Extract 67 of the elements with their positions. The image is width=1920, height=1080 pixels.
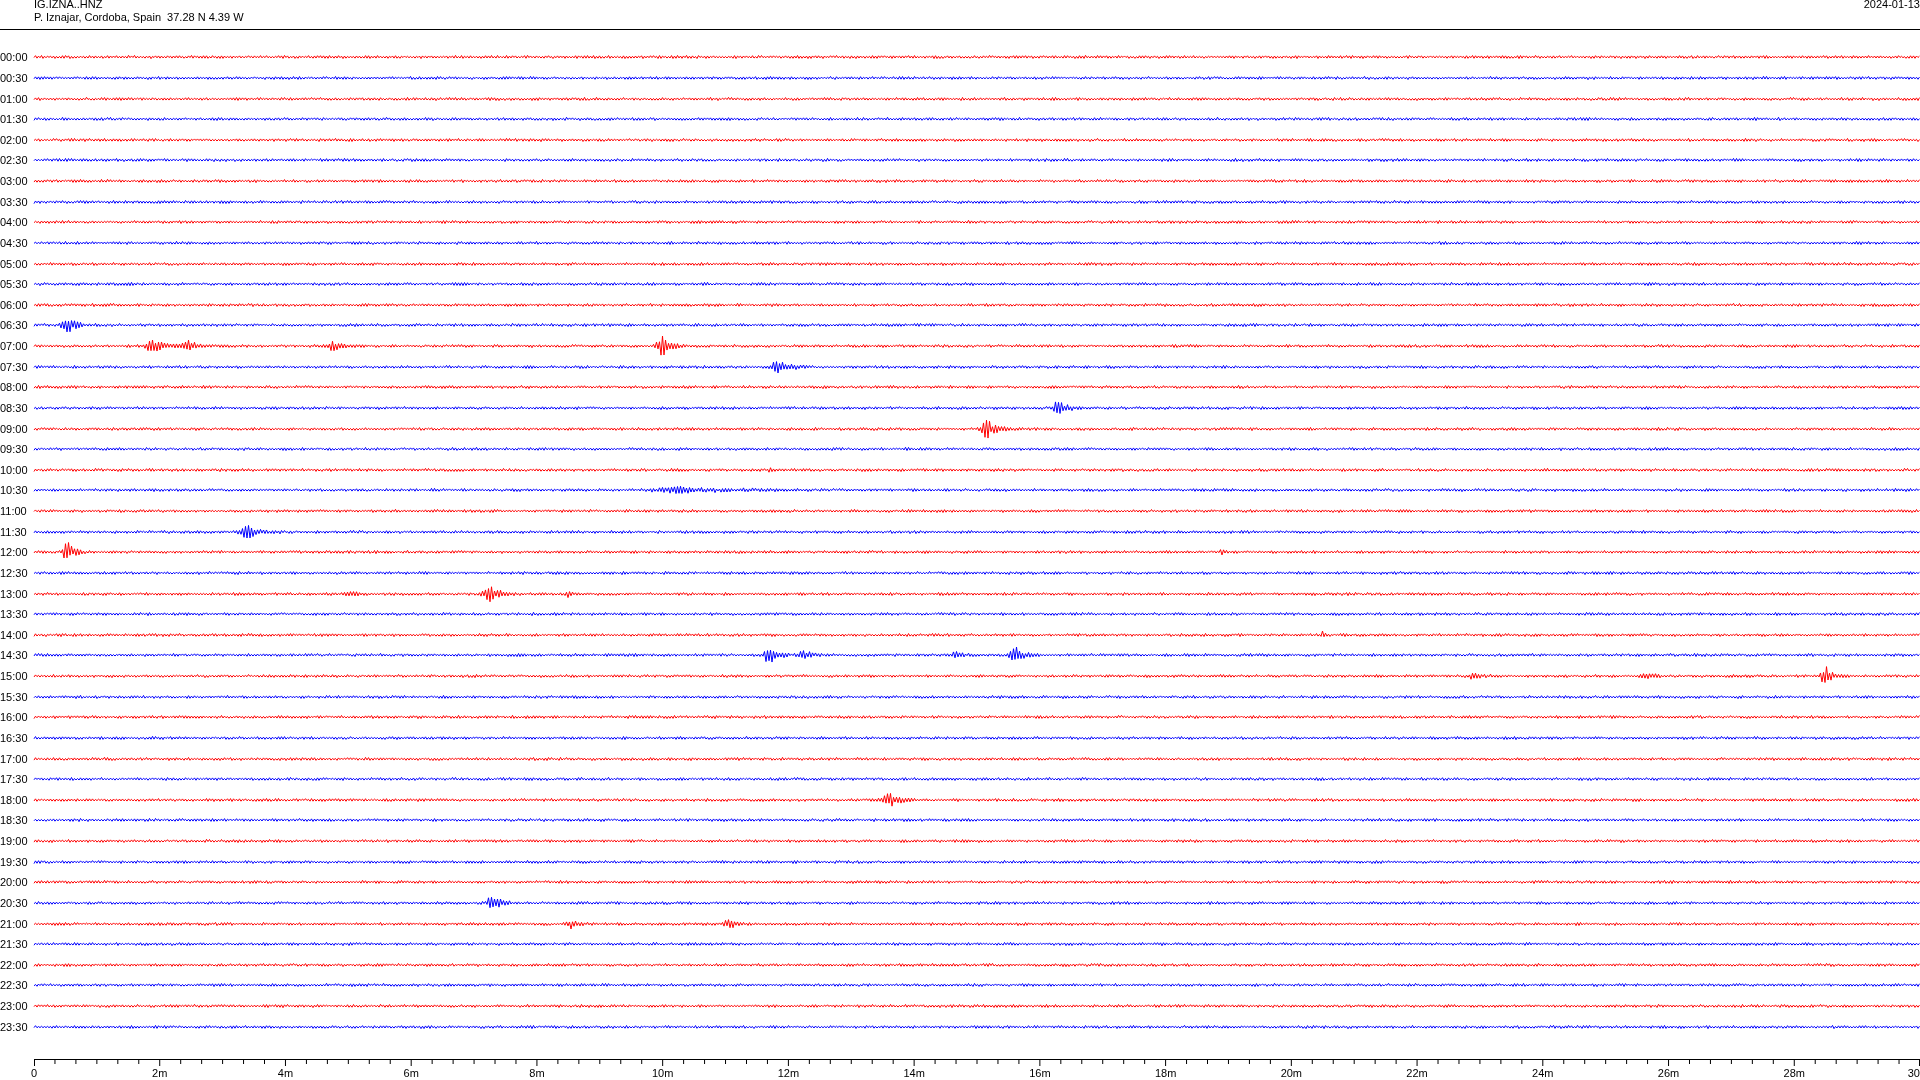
axis-label: 6m [403, 1067, 419, 1079]
time-label: 22:30 [0, 979, 29, 992]
time-label: 15:00 [0, 670, 29, 683]
axis-label: 8m [529, 1067, 545, 1079]
time-label: 14:30 [0, 649, 29, 662]
time-label: 17:00 [0, 752, 29, 765]
station-code: IG.IZNA..HNZ [34, 0, 104, 11]
axis-label: 14m [903, 1067, 925, 1079]
axis-label: 0 [30, 1067, 38, 1079]
axis-label: 18m [1154, 1067, 1177, 1079]
axis-label: 22m [1406, 1067, 1428, 1079]
date-label: 2024-01-13 [1863, 0, 1920, 11]
axis-label: 24m [1532, 1067, 1554, 1079]
time-label: 18:00 [0, 793, 29, 806]
time-label: 12:00 [0, 546, 29, 559]
time-label: 13:00 [0, 587, 29, 600]
time-label: 20:30 [0, 896, 29, 909]
time-label: 00:00 [0, 51, 29, 64]
time-label: 19:30 [0, 855, 29, 868]
time-label: 02:00 [0, 133, 29, 146]
time-label: 12:30 [0, 566, 29, 579]
axis-label: 2m [152, 1067, 168, 1079]
time-label: 23:00 [0, 1000, 29, 1013]
time-label: 22:00 [0, 958, 29, 971]
time-label: 04:30 [0, 236, 29, 249]
time-label: 10:00 [0, 463, 29, 476]
time-label: 11:30 [0, 525, 28, 538]
axis-label: 16m [1029, 1067, 1051, 1079]
time-label: 15:30 [0, 690, 29, 703]
axis-label: 26m [1657, 1067, 1680, 1079]
time-label: 01:30 [0, 113, 29, 126]
axis-label: 12m [777, 1067, 800, 1079]
time-label: 06:30 [0, 319, 29, 332]
time-label: 07:30 [0, 360, 29, 373]
time-label: 00:30 [0, 71, 29, 84]
time-label: 06:00 [0, 298, 29, 311]
time-label: 16:30 [0, 731, 29, 744]
time-label: 08:30 [0, 401, 29, 414]
time-label: 01:00 [0, 92, 29, 105]
time-label: 05:00 [0, 257, 29, 270]
axis-label: 10m [651, 1067, 674, 1079]
time-label: 11:00 [0, 505, 28, 518]
time-label: 09:30 [0, 443, 29, 456]
time-label: 04:00 [0, 216, 29, 229]
time-label: 18:30 [0, 814, 29, 827]
axis-label: 4m [277, 1067, 294, 1079]
time-label: 07:00 [0, 340, 29, 353]
time-label: 16:00 [0, 711, 29, 724]
time-label: 14:00 [0, 628, 29, 641]
time-label: 02:30 [0, 154, 29, 167]
time-label: 19:00 [0, 835, 29, 848]
axis-label: 28m [1783, 1067, 1805, 1079]
time-label: 13:30 [0, 608, 29, 621]
axis-label: 30 [1907, 1067, 1920, 1079]
axis-label: 20m [1280, 1067, 1303, 1079]
time-label: 08:00 [0, 381, 29, 394]
time-label: 03:00 [0, 175, 29, 188]
time-label: 09:00 [0, 422, 29, 435]
time-label: 10:30 [0, 484, 29, 497]
station-location: P. Iznajar, Cordoba, Spain 37.28 N 4.39 W [34, 11, 244, 24]
time-label: 21:00 [0, 917, 29, 930]
time-label: 23:30 [0, 1020, 29, 1033]
time-label: 20:00 [0, 876, 29, 889]
time-label: 03:30 [0, 195, 29, 208]
time-label: 17:30 [0, 773, 29, 786]
time-label: 05:30 [0, 278, 29, 291]
time-label: 21:30 [0, 938, 29, 951]
